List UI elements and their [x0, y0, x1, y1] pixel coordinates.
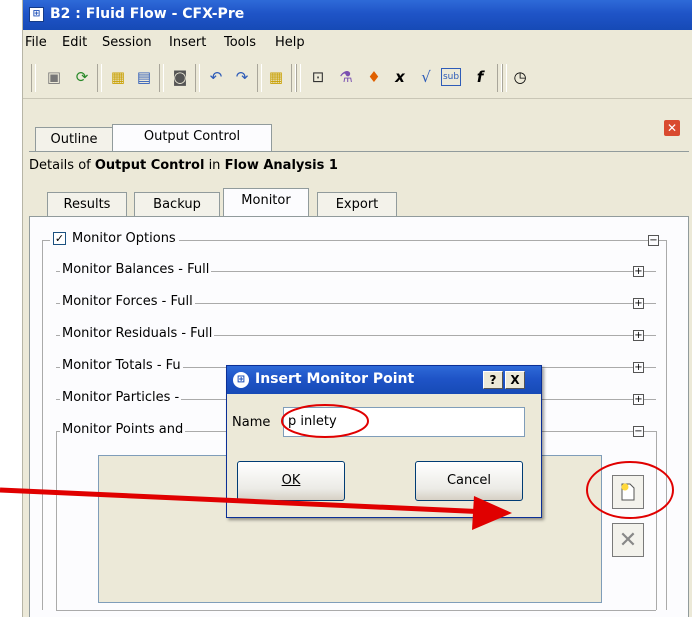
- dialog-title: Insert Monitor Point: [255, 371, 415, 387]
- new-item-icon: [621, 483, 635, 501]
- clock-icon[interactable]: ◷: [509, 66, 531, 88]
- window-title: B2 : Fluid Flow - CFX-Pre: [50, 6, 245, 22]
- save-icon[interactable]: ▣: [43, 66, 65, 88]
- title-bar: ⊞ B2 : Fluid Flow - CFX-Pre: [23, 0, 692, 30]
- redo-icon[interactable]: ↷: [231, 66, 253, 88]
- menu-session[interactable]: Session: [102, 35, 152, 50]
- tab-output-control[interactable]: Output Control: [112, 124, 272, 152]
- toolbar-separator: [195, 64, 200, 92]
- toolbar-separator: [97, 64, 102, 92]
- toolbar-separator: [257, 64, 262, 92]
- menu-edit[interactable]: Edit: [62, 35, 87, 50]
- menu-bar: File Edit Session Insert Tools Help: [23, 31, 692, 55]
- add-monitor-point-button[interactable]: [612, 475, 644, 509]
- toolbar-separator: [31, 64, 36, 92]
- tab-monitor[interactable]: Monitor: [223, 188, 309, 216]
- main-window: ⊞ B2 : Fluid Flow - CFX-Pre File Edit Se…: [22, 0, 692, 617]
- toolbar-separator: [296, 64, 301, 92]
- delete-monitor-point-button[interactable]: ✕: [612, 523, 644, 557]
- tab-divider: [29, 151, 689, 152]
- tab-outline[interactable]: Outline: [35, 127, 113, 152]
- section-monitor-forces: Monitor Forces - Full: [60, 294, 195, 309]
- dialog-title-bar: ⊞ Insert Monitor Point ? X: [227, 366, 541, 394]
- section-monitor-balances: Monitor Balances - Full: [60, 262, 212, 277]
- expression-icon[interactable]: x: [389, 66, 411, 88]
- section-line: [56, 610, 656, 612]
- details-object: Output Control: [94, 158, 205, 173]
- section-monitor-particles: Monitor Particles -: [60, 390, 182, 405]
- section-monitor-residuals: Monitor Residuals - Full: [60, 326, 215, 341]
- cancel-label: Cancel: [446, 473, 492, 488]
- group-border: [666, 240, 667, 610]
- details-line: Details of Output Control in Flow Analys…: [29, 158, 338, 173]
- import-mesh-icon[interactable]: ▦: [107, 66, 129, 88]
- collapse-icon[interactable]: −: [648, 235, 659, 246]
- details-middle: in: [204, 158, 225, 173]
- delete-icon: ✕: [618, 527, 638, 553]
- name-label: Name: [232, 415, 271, 430]
- flask-icon[interactable]: ⚗: [335, 66, 357, 88]
- app-icon: ⊞: [29, 7, 44, 22]
- insert-monitor-point-dialog: ⊞ Insert Monitor Point ? X Name p inlety…: [226, 365, 542, 518]
- cancel-button[interactable]: Cancel: [415, 461, 523, 501]
- name-field[interactable]: p inlety: [283, 407, 525, 437]
- domain-icon[interactable]: ⊡: [307, 66, 329, 88]
- tab-results[interactable]: Results: [47, 192, 127, 217]
- monitor-options-header: ✓ Monitor Options: [50, 231, 179, 246]
- toolbar-separator: [502, 64, 507, 92]
- section-monitor-points: Monitor Points and: [60, 422, 186, 437]
- section-monitor-totals: Monitor Totals - Fu: [60, 358, 183, 373]
- help-button[interactable]: ?: [483, 371, 503, 389]
- expand-icon[interactable]: +: [633, 330, 644, 341]
- undo-icon[interactable]: ↶: [205, 66, 227, 88]
- dialog-app-icon: ⊞: [233, 372, 249, 388]
- section-border: [56, 431, 57, 610]
- expand-icon[interactable]: +: [633, 266, 644, 277]
- sub-icon[interactable]: sub: [441, 68, 461, 86]
- monitor-options-label: Monitor Options: [72, 231, 176, 246]
- menu-tools[interactable]: Tools: [224, 35, 256, 50]
- expand-icon[interactable]: +: [633, 298, 644, 309]
- tab-export[interactable]: Export: [317, 192, 397, 217]
- menu-insert[interactable]: Insert: [169, 35, 206, 50]
- expand-icon[interactable]: +: [633, 394, 644, 405]
- fx-icon[interactable]: f: [469, 66, 491, 88]
- section-border: [656, 431, 657, 610]
- expand-icon[interactable]: +: [633, 362, 644, 373]
- import-icon[interactable]: ▦: [265, 66, 287, 88]
- details-prefix: Details of: [29, 158, 95, 173]
- mesh-icon[interactable]: ▤: [133, 66, 155, 88]
- menu-help[interactable]: Help: [275, 35, 305, 50]
- toolbar-separator: [159, 64, 164, 92]
- camera-icon[interactable]: ◙: [169, 66, 191, 88]
- dialog-close-button[interactable]: X: [505, 371, 525, 389]
- toolbar: ▣ ⟳ ▦ ▤ ◙ ↶ ↷ ▦ ⊡ ⚗ ♦ x √ sub f ◷: [23, 56, 692, 99]
- ok-button[interactable]: OK: [237, 461, 345, 501]
- monitor-options-checkbox[interactable]: ✓: [53, 232, 66, 245]
- refresh-icon[interactable]: ⟳: [71, 66, 93, 88]
- ok-label: OK: [281, 473, 301, 488]
- collapse-icon[interactable]: −: [633, 426, 644, 437]
- details-parent: Flow Analysis 1: [224, 158, 338, 173]
- close-panel-icon[interactable]: ✕: [664, 120, 680, 136]
- menu-file[interactable]: File: [25, 35, 47, 50]
- tab-backup[interactable]: Backup: [134, 192, 220, 217]
- flame-icon[interactable]: ♦: [363, 66, 385, 88]
- function-icon[interactable]: √: [415, 66, 437, 88]
- group-border: [42, 240, 43, 610]
